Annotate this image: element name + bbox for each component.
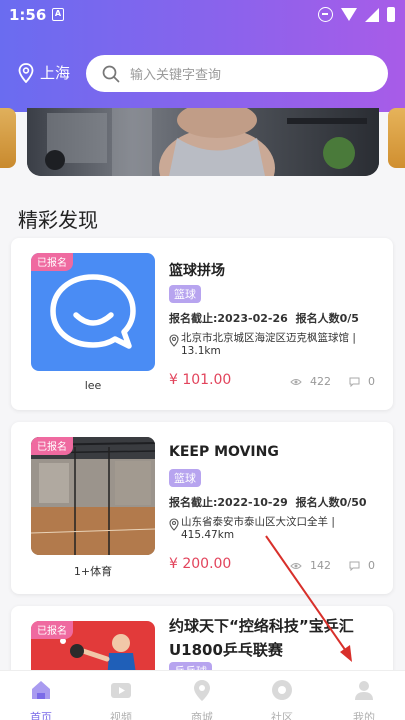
category-tag: 篮球	[169, 285, 201, 303]
location-pin-icon	[18, 62, 34, 83]
event-card[interactable]: 已报名 1+体育 KEEP MOVING 篮球 报名截止:2022-10-29 …	[11, 422, 393, 594]
header: 1:56 A 上海 输入关键字查询	[0, 0, 405, 112]
view-count-value: 142	[310, 559, 331, 572]
address-text: 山东省泰安市泰山区大汶口全羊 | 415.47km	[181, 516, 335, 541]
banner-image[interactable]	[27, 108, 379, 176]
community-icon	[272, 680, 292, 700]
bottom-tab-bar: 首页 视频 商城 社区 我的	[0, 670, 405, 720]
wifi-icon	[341, 8, 357, 21]
tab-video[interactable]: 视频	[89, 678, 153, 720]
signups-text: 报名人数0/50	[295, 496, 367, 509]
event-price: ¥ 200.00	[169, 556, 232, 572]
banner-carousel[interactable]	[0, 108, 405, 180]
search-input[interactable]: 输入关键字查询	[86, 55, 388, 92]
tab-community[interactable]: 社区	[250, 678, 314, 720]
section-title: 精彩发现	[18, 208, 98, 232]
tab-profile[interactable]: 我的	[332, 678, 396, 720]
event-card[interactable]: 已报名 lee 篮球拼场 篮球 报名截止:2023-02-26 报名人数0/5 …	[11, 238, 393, 410]
event-title: 篮球拼场	[169, 263, 225, 279]
signed-up-badge: 已报名	[31, 621, 73, 639]
battery-icon	[387, 7, 395, 22]
deadline-line: 报名截止:2022-10-29 报名人数0/50	[169, 494, 367, 510]
signed-up-badge: 已报名	[31, 437, 73, 455]
comment-count-value: 0	[368, 559, 375, 572]
comment-icon	[349, 561, 360, 571]
profile-icon	[355, 681, 373, 700]
comment-count: 0	[349, 375, 375, 388]
organizer-name: lee	[84, 379, 102, 392]
home-icon	[32, 681, 50, 699]
banner-next-slide[interactable]	[388, 108, 405, 168]
signups-text: 报名人数0/5	[295, 312, 359, 325]
location-pin-icon	[169, 518, 179, 531]
comment-icon	[349, 377, 360, 387]
eye-icon	[290, 378, 302, 385]
gym-photo	[27, 108, 379, 176]
banner-prev-slide[interactable]	[0, 108, 16, 168]
signed-up-badge: 已报名	[31, 253, 73, 271]
status-bar: 1:56 A	[0, 0, 405, 30]
comment-count-value: 0	[368, 375, 375, 388]
tab-label: 首页	[30, 711, 52, 720]
comment-count: 0	[349, 559, 375, 572]
location-pin-icon	[169, 334, 179, 347]
event-price: ¥ 101.00	[169, 372, 232, 388]
address-text: 北京市北京城区海淀区迈克枫篮球馆 | 13.1km	[181, 332, 356, 357]
event-address: 北京市北京城区海淀区迈克枫篮球馆 | 13.1km	[169, 332, 381, 358]
deadline-line: 报名截止:2023-02-26 报名人数0/5	[169, 310, 359, 326]
tab-label: 社区	[271, 711, 293, 720]
event-address: 山东省泰安市泰山区大汶口全羊 | 415.47km	[169, 516, 381, 542]
tab-label: 我的	[353, 711, 375, 720]
view-count: 422	[290, 375, 331, 388]
video-icon	[111, 683, 131, 698]
event-title: KEEP MOVING	[169, 444, 279, 460]
category-tag: 篮球	[169, 469, 201, 487]
tab-home[interactable]: 首页	[9, 678, 73, 720]
search-placeholder: 输入关键字查询	[130, 68, 222, 83]
search-icon	[102, 65, 120, 82]
view-count: 142	[290, 559, 331, 572]
tab-label: 商城	[191, 711, 213, 720]
notification-icon: A	[52, 8, 64, 21]
status-time: 1:56	[9, 6, 47, 24]
tab-label: 视频	[110, 711, 132, 720]
view-count-value: 422	[310, 375, 331, 388]
location-label: 上海	[40, 64, 71, 82]
eye-icon	[290, 562, 302, 569]
deadline-text: 报名截止:2022-10-29	[169, 496, 288, 509]
organizer-name: 1+体育	[73, 565, 113, 578]
deadline-text: 报名截止:2023-02-26	[169, 312, 288, 325]
location-selector[interactable]: 上海	[18, 62, 70, 83]
location-icon	[194, 680, 210, 701]
tab-mall[interactable]: 商城	[170, 678, 234, 720]
do-not-disturb-icon	[318, 7, 333, 22]
event-title: 约球天下“控络科技”宝乒汇U1800乒乓联赛	[169, 617, 354, 659]
signal-icon	[365, 7, 379, 22]
